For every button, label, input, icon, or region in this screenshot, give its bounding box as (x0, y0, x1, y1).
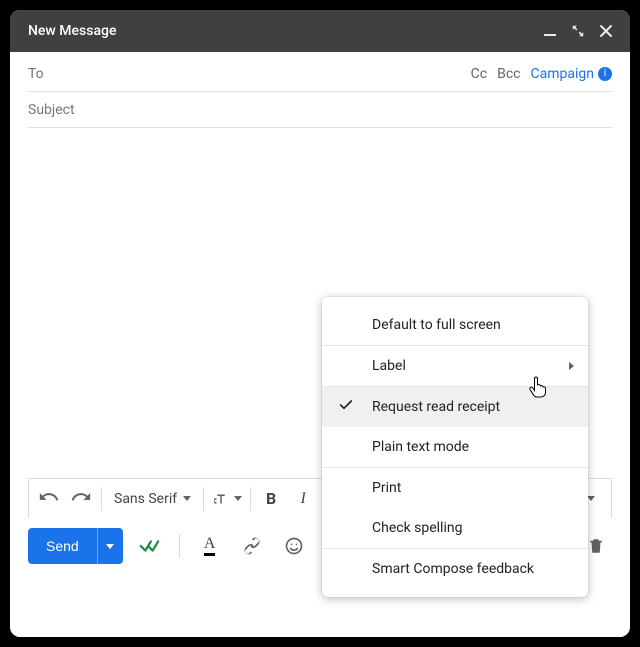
chevron-down-icon (234, 496, 242, 501)
menu-item-label: Check spelling (372, 520, 462, 536)
to-row[interactable]: To Cc Bcc Campaign i (28, 56, 612, 92)
chevron-down-icon (183, 496, 191, 501)
window-title: New Message (28, 23, 538, 39)
menu-item-label: Label (372, 358, 406, 374)
font-size-button[interactable] (208, 484, 246, 514)
redo-button[interactable] (65, 484, 97, 514)
send-button[interactable]: Send (28, 528, 97, 564)
chevron-down-icon (106, 544, 114, 549)
undo-button[interactable] (33, 484, 65, 514)
separator (101, 487, 102, 511)
fullscreen-button[interactable] (566, 19, 590, 43)
spellcheck-icon[interactable] (133, 530, 165, 562)
italic-button[interactable]: I (287, 484, 319, 514)
send-options-button[interactable] (97, 528, 123, 564)
bcc-toggle[interactable]: Bcc (497, 66, 520, 82)
send-button-group: Send (28, 528, 123, 564)
check-icon (338, 397, 354, 417)
menu-item-label: Smart Compose feedback (372, 561, 534, 577)
menu-item-check-spelling[interactable]: Check spelling (322, 508, 588, 548)
font-family-label: Sans Serif (114, 491, 177, 507)
menu-item-label: Request read receipt (372, 399, 500, 415)
separator (203, 487, 204, 511)
chevron-right-icon (569, 362, 574, 370)
cc-toggle[interactable]: Cc (471, 66, 487, 82)
menu-item-label[interactable]: Label (322, 346, 588, 386)
menu-item-smart-compose[interactable]: Smart Compose feedback (322, 549, 588, 589)
menu-item-print[interactable]: Print (322, 468, 588, 508)
menu-item-label: Plain text mode (372, 439, 469, 455)
more-options-menu: Default to full screen Label Request rea… (322, 297, 588, 597)
subject-label: Subject (28, 102, 75, 118)
to-label: To (28, 66, 44, 82)
titlebar: New Message (10, 10, 630, 52)
insert-emoji-button[interactable] (278, 530, 310, 562)
bold-button[interactable]: B (255, 484, 287, 514)
info-icon: i (598, 67, 612, 81)
campaign-toggle[interactable]: Campaign i (531, 66, 612, 82)
minimize-button[interactable] (538, 19, 562, 43)
compose-header: To Cc Bcc Campaign i Subject (10, 52, 630, 128)
menu-item-plain-text[interactable]: Plain text mode (322, 427, 588, 467)
chevron-down-icon (587, 496, 595, 501)
insert-link-button[interactable] (236, 530, 268, 562)
close-button[interactable] (594, 19, 618, 43)
menu-item-label: Default to full screen (372, 317, 501, 333)
text-color-button[interactable]: A (194, 530, 226, 562)
separator (179, 534, 180, 558)
separator (250, 487, 251, 511)
menu-item-default-fullscreen[interactable]: Default to full screen (322, 305, 588, 345)
campaign-label: Campaign (531, 66, 594, 82)
subject-row[interactable]: Subject (28, 92, 612, 128)
menu-item-label: Print (372, 480, 401, 496)
menu-item-read-receipt[interactable]: Request read receipt (322, 387, 588, 427)
font-family-select[interactable]: Sans Serif (106, 491, 199, 507)
